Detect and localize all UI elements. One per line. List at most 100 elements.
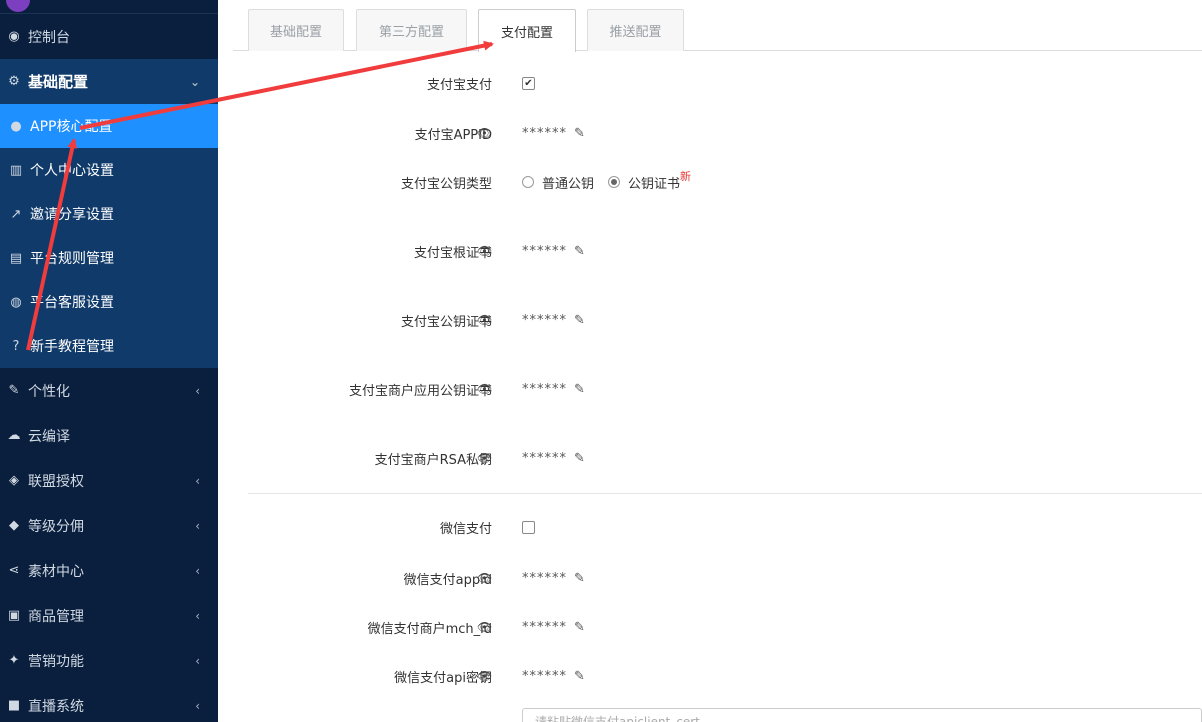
sidebar-item-label: 平台规则管理 <box>30 251 114 267</box>
sidebar-item-label: 等级分佣 <box>28 518 84 535</box>
tab-push-config[interactable]: 推送配置 <box>587 9 684 51</box>
wechat-apikey-value: ****** <box>522 668 567 684</box>
wechat-appid-value: ****** <box>522 570 567 586</box>
alipay-enable-label: 支付宝支付 <box>426 77 492 93</box>
edit-icon[interactable]: ✎ <box>574 313 585 328</box>
chevron-left-icon: ‹ <box>195 383 200 398</box>
wechat-mchid-label: 微信支付商户mch_id <box>367 621 492 637</box>
sidebar-item-label: 素材中心 <box>28 563 84 580</box>
wechat-apikey-row: 微信支付api密钥 👁 ****** ✎ <box>218 661 1202 691</box>
sidebar-item-label: 邀请分享设置 <box>30 207 114 223</box>
edit-icon[interactable]: ✎ <box>574 382 585 397</box>
alipay-key-type-label: 支付宝公钥类型 <box>400 176 492 192</box>
chevron-left-icon: ‹ <box>195 473 200 488</box>
sidebar-item-label: 平台客服设置 <box>30 295 114 311</box>
sidebar-item-label: 商品管理 <box>28 608 84 625</box>
chevron-down-icon: ⌄ <box>189 74 200 89</box>
dashboard-icon: ◉ <box>8 29 20 44</box>
file-icon: ▤ <box>9 250 23 266</box>
eye-slash-icon[interactable]: 👁 <box>477 620 492 634</box>
eye-slash-icon[interactable]: 👁 <box>477 126 492 140</box>
radio-cert-key[interactable] <box>608 176 621 188</box>
wechat-cert-textarea[interactable]: 请粘贴微信支付apiclient_cert <box>522 708 1202 722</box>
edit-icon[interactable]: ✎ <box>574 571 585 586</box>
chevron-left-icon: ‹ <box>195 563 200 578</box>
radio-normal-key-label: 普通公钥 <box>542 176 595 192</box>
chevron-left-icon: ‹ <box>195 608 200 623</box>
edit-icon[interactable]: ✎ <box>574 451 585 466</box>
key-type-option-cert[interactable]: 公钥证书 新 <box>608 170 691 192</box>
sidebar-item-4[interactable]: ↗ 邀请分享设置 <box>0 192 218 236</box>
sidebar-item-8[interactable]: ✎ 个性化 ‹ <box>0 368 218 413</box>
sidebar-item-6[interactable]: ◍ 平台客服设置 <box>0 280 218 324</box>
radio-cert-key-label: 公钥证书 <box>628 176 681 192</box>
sidebar-item-3[interactable]: ▥ 个人中心设置 <box>0 148 218 192</box>
magic-wand-icon: ✎ <box>8 383 20 398</box>
wechat-mchid-row: 微信支付商户mch_id 👁 ****** ✎ <box>218 612 1202 642</box>
alipay-root-cert-row: 支付宝根证书 👁 ****** ✎ <box>218 236 1202 266</box>
alipay-appid-value: ****** <box>522 125 567 141</box>
alipay-appid-row: 支付宝APPID 👁 ****** ✎ <box>218 118 1202 148</box>
sidebar-item-11[interactable]: ◆ 等级分佣 ‹ <box>0 503 218 548</box>
edit-icon[interactable]: ✎ <box>574 126 585 141</box>
briefcase-icon: ▣ <box>7 608 21 623</box>
wechat-appid-row: 微信支付appid 👁 ****** ✎ <box>218 563 1202 593</box>
eye-slash-icon[interactable]: 👁 <box>477 571 492 585</box>
key-type-option-normal[interactable]: 普通公钥 <box>522 173 594 192</box>
sidebar-item-7[interactable]: ? 新手教程管理 <box>0 324 218 368</box>
avatar[interactable] <box>6 0 30 12</box>
eye-slash-icon[interactable]: 👁 <box>477 313 492 327</box>
edit-icon[interactable]: ✎ <box>574 620 585 635</box>
question-circle-icon: ? <box>12 338 20 354</box>
alipay-enable-checkbox[interactable]: ✔ <box>522 76 535 90</box>
sidebar-item-12[interactable]: ⋖ 素材中心 ‹ <box>0 548 218 593</box>
main-content: 基础配置 第三方配置 支付配置 推送配置 支付宝支付 ✔ 支付宝APPID 👁 … <box>218 0 1202 722</box>
chevron-left-icon: ‹ <box>195 653 200 668</box>
section-divider <box>248 493 1202 494</box>
sidebar-item-label: 直播系统 <box>28 698 84 715</box>
sidebar-item-2[interactable]: ● APP核心配置 <box>0 104 218 148</box>
alipay-pub-cert-value: ****** <box>522 312 567 328</box>
key-type-radio-group: 普通公钥 公钥证书 新 <box>522 170 705 192</box>
sidebar-item-label: 控制台 <box>28 29 70 46</box>
eye-slash-icon[interactable]: 👁 <box>477 669 492 683</box>
sidebar-item-label: 个性化 <box>28 383 70 400</box>
alipay-root-cert-value: ****** <box>522 243 567 259</box>
tab-payment-config[interactable]: 支付配置 <box>478 9 576 52</box>
share-square-icon: ↗ <box>10 206 22 222</box>
sidebar-item-13[interactable]: ▣ 商品管理 ‹ <box>0 593 218 638</box>
alipay-merchant-cert-value: ****** <box>522 381 567 397</box>
eye-slash-icon[interactable]: 👁 <box>477 451 492 465</box>
wechat-enable-label: 微信支付 <box>439 521 492 537</box>
chevron-left-icon: ‹ <box>195 698 200 713</box>
cogs-icon: ⚙ <box>8 74 20 89</box>
sidebar-item-label: 基础配置 <box>28 73 89 91</box>
sidebar-item-0[interactable]: ◉ 控制台 <box>0 14 218 59</box>
sidebar-item-label: 联盟授权 <box>28 473 84 490</box>
user-circle-icon: ◍ <box>10 294 22 310</box>
sidebar-item-5[interactable]: ▤ 平台规则管理 <box>0 236 218 280</box>
sidebar-item-15[interactable]: ■ 直播系统 ‹ <box>0 683 218 722</box>
tab-third-party-config[interactable]: 第三方配置 <box>356 9 467 51</box>
bank-icon: ▥ <box>9 162 23 178</box>
wechat-enable-checkbox[interactable] <box>522 520 535 534</box>
edit-icon[interactable]: ✎ <box>574 669 585 684</box>
sidebar-item-label: 新手教程管理 <box>30 339 114 355</box>
tab-basic-config[interactable]: 基础配置 <box>248 9 344 51</box>
alipay-merchant-cert-label: 支付宝商户应用公钥证书 <box>348 383 492 399</box>
sidebar-item-1[interactable]: ⚙ 基础配置 ⌄ <box>0 59 218 104</box>
edit-icon[interactable]: ✎ <box>574 244 585 259</box>
sidebar-item-14[interactable]: ✦ 营销功能 ‹ <box>0 638 218 683</box>
alipay-key-type-row: 支付宝公钥类型 普通公钥 公钥证书 新 <box>218 167 1202 197</box>
eye-slash-icon[interactable]: 👁 <box>477 382 492 396</box>
sidebar-item-label: 云编译 <box>28 428 70 445</box>
share-alt-icon: ⋖ <box>8 563 20 578</box>
alipay-rsa-row: 支付宝商户RSA私钥 👁 ****** ✎ <box>218 443 1202 473</box>
wechat-mchid-value: ****** <box>522 619 567 635</box>
sidebar-item-10[interactable]: ◈ 联盟授权 ‹ <box>0 458 218 503</box>
sidebar-item-9[interactable]: ☁ 云编译 <box>0 413 218 458</box>
eye-slash-icon[interactable]: 👁 <box>477 244 492 258</box>
gift-icon: ✦ <box>8 653 20 668</box>
sidebar-header <box>0 0 218 14</box>
radio-normal-key[interactable] <box>522 176 534 188</box>
